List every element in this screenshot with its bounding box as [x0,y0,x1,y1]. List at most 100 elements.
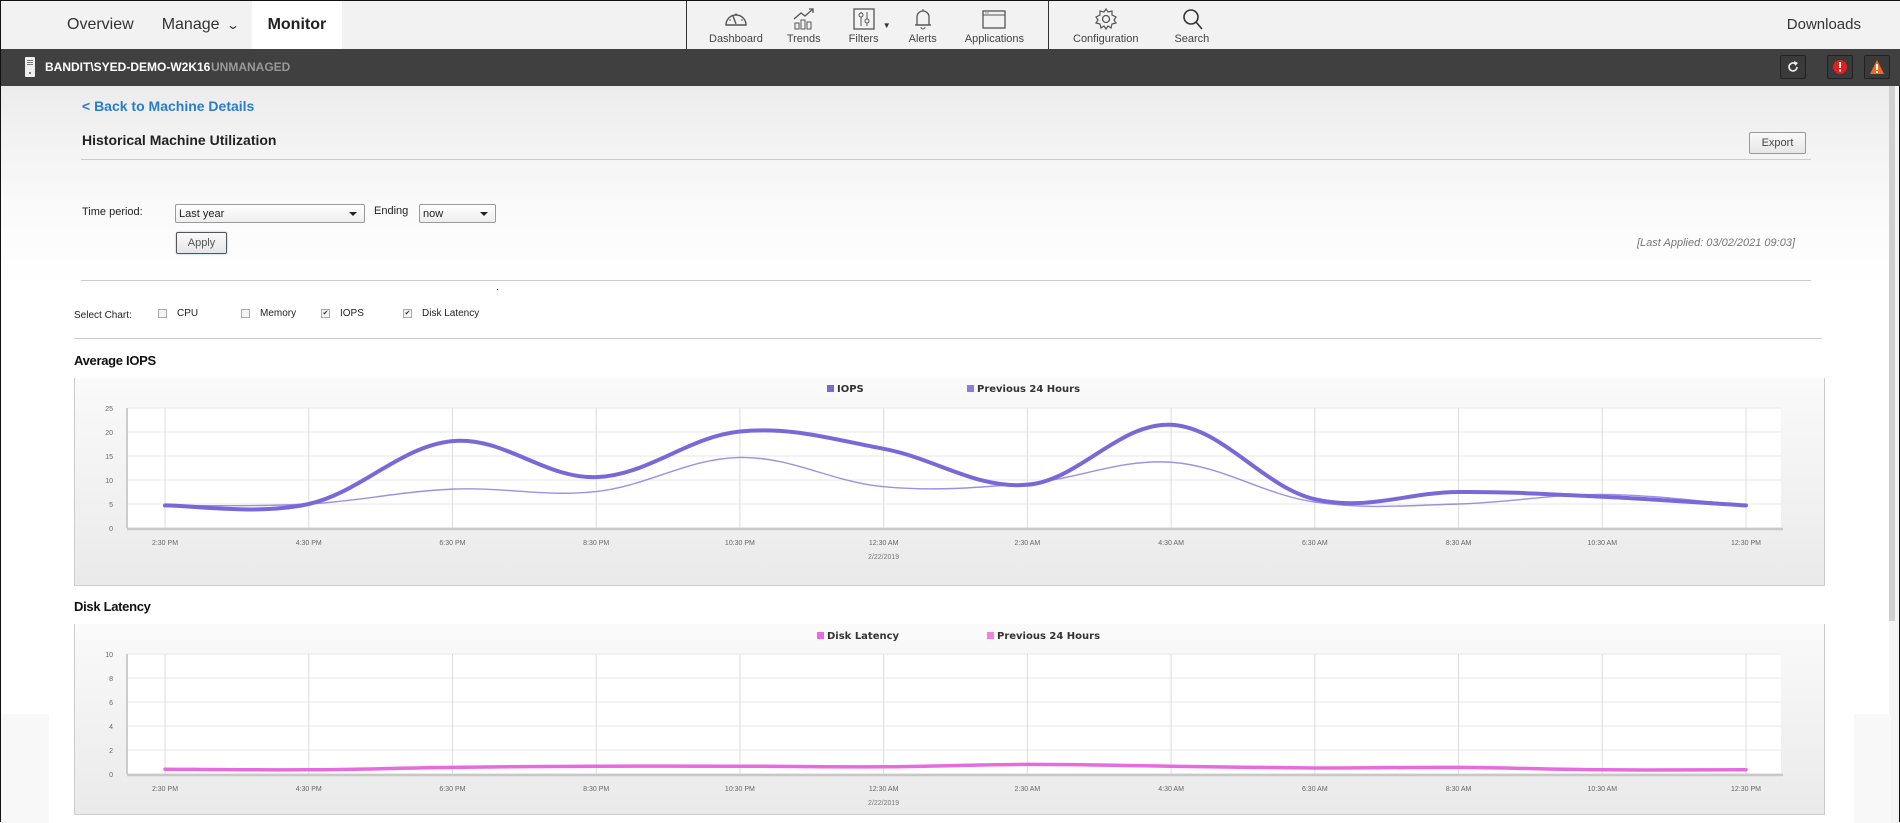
y-tick-label: 0 [109,772,113,779]
legend-swatch [987,632,994,639]
top-nav: Overview Manage ⌄ Monitor Dashboard Trend… [1,1,1900,49]
nav-search-label: Search [1174,33,1210,45]
legend-swatch [817,632,824,639]
x-tick-label: 2:30 AM [1015,540,1041,547]
x-tick-label: 10:30 AM [1587,786,1617,793]
y-tick-label: 10 [105,652,113,659]
x-tick-label: 8:30 AM [1446,540,1472,547]
divider [74,338,1822,339]
main-content: < Back to Machine Details Historical Mac… [1,86,1891,823]
filters-dropdown-caret-icon[interactable]: ▼ [883,21,891,30]
dashboard-icon [725,13,747,26]
nav-applications[interactable]: Applications [953,1,1048,45]
ending-select[interactable]: now [419,204,496,223]
x-tick-label: 10:30 AM [1587,540,1617,547]
time-period-label: Time period: [82,206,143,218]
caret-down-icon [480,212,488,216]
y-tick-label: 25 [105,406,113,413]
x-tick-label: 2:30 AM [1015,786,1041,793]
checkbox-memory[interactable]: Memory [241,308,296,319]
checkbox-box[interactable]: ✔ [321,309,330,318]
x-tick-label: 4:30 PM [296,786,322,793]
y-tick-label: 20 [105,430,113,437]
page-title: Historical Machine Utilization [82,132,277,148]
y-tick-label: 15 [105,454,113,461]
ending-label: Ending [374,205,409,217]
nav-manage[interactable]: Manage ⌄ [148,1,252,49]
nav-monitor[interactable]: Monitor [251,1,343,49]
export-button[interactable]: Export [1749,132,1806,154]
y-tick-label: 5 [109,502,113,509]
downloads-link[interactable]: Downloads [1787,1,1861,49]
nav-configuration-label: Configuration [1073,33,1139,45]
gear-icon [1094,7,1117,31]
filters-icon [852,8,875,30]
checkbox-box[interactable] [241,309,250,318]
caret-down-icon [349,212,357,216]
x-tick-label: 12:30 AM [869,540,899,547]
config-nav: Configuration Search [1059,1,1223,49]
refresh-button[interactable] [1780,55,1806,79]
chevron-down-icon[interactable]: ⌄ [226,1,240,49]
apply-button[interactable]: Apply [176,232,227,254]
x-tick-label: 12:30 PM [1731,540,1761,547]
y-tick-label: 10 [105,478,113,485]
warning-alert-icon [1870,60,1884,74]
nav-trends[interactable]: Trends [773,1,835,45]
plot-area [127,408,1781,528]
x-tick-label: 12:30 PM [1731,786,1761,793]
iops-chart-title: Average IOPS [74,353,156,368]
scrollbar-thumb[interactable] [1889,86,1895,621]
legend-swatch [827,385,834,392]
refresh-icon [1788,61,1798,72]
nav-overview[interactable]: Overview [53,1,148,49]
trends-icon [793,8,814,30]
select-chart-label: Select Chart: [74,310,132,321]
checkbox-box[interactable] [158,309,167,318]
x-tick-label: 8:30 AM [1446,786,1472,793]
x-tick-label: 8:30 PM [583,786,609,793]
nav-trends-label: Trends [786,33,821,45]
disk-latency-chart: 0 2 4 6 8 10 2:30 PM 4:30 PM 6:30 PM 8:30 PM 10:30… [74,624,1825,815]
nav-alerts-label: Alerts [908,33,937,45]
back-to-machine-details-link[interactable]: < Back to Machine Details [82,98,254,114]
machine-name: BANDIT\SYED-DEMO-W2K16 [45,60,211,74]
nav-configuration[interactable]: Configuration [1059,1,1152,45]
checkbox-label: Disk Latency [422,308,480,319]
plot-area [127,654,1781,774]
legend-label: IOPS [837,384,864,395]
server-icon [25,57,35,77]
ending-value: now [423,208,444,220]
page-margin [1854,714,1891,823]
x-tick-label: 8:30 PM [583,540,609,547]
top-nav-left: Overview Manage ⌄ Monitor [53,1,343,49]
nav-alerts[interactable]: Alerts [893,1,953,45]
time-period-value: Last year [179,208,225,220]
checkbox-iops[interactable]: ✔ IOPS [321,308,364,319]
nav-search[interactable]: Search [1152,1,1223,45]
nav-dashboard-label: Dashboard [709,33,763,45]
page-margin [1,714,49,823]
x-date-label: 2/22/2019 [868,554,899,561]
stray-dot [497,289,498,290]
x-tick-label: 10:30 PM [725,786,755,793]
checkbox-cpu[interactable]: CPU [158,308,198,319]
window-icon [982,10,1007,29]
y-tick-label: 0 [109,526,113,533]
y-tick-label: 6 [109,700,113,707]
nav-filters[interactable]: Filters ▼ [835,1,893,45]
time-period-select[interactable]: Last year [175,204,365,223]
warning-alerts-button[interactable] [1864,55,1890,79]
disk-latency-chart-title: Disk Latency [74,599,151,614]
x-tick-label: 6:30 PM [439,540,465,547]
iops-chart-svg: 0 5 10 15 20 25 2:30 PM 4:30 PM 6:30 PM 8:30 PM 10… [105,384,1783,561]
x-tick-label: 4:30 PM [296,540,322,547]
x-date-label: 2/22/2019 [868,800,899,807]
checkbox-disk-latency[interactable]: ✔ Disk Latency [403,308,479,319]
nav-dashboard[interactable]: Dashboard [687,1,773,45]
x-tick-label: 6:30 AM [1302,540,1328,547]
checkbox-box[interactable]: ✔ [403,309,412,318]
error-alerts-button[interactable] [1827,55,1853,79]
x-tick-label: 12:30 AM [869,786,899,793]
x-tick-label: 10:30 PM [725,540,755,547]
